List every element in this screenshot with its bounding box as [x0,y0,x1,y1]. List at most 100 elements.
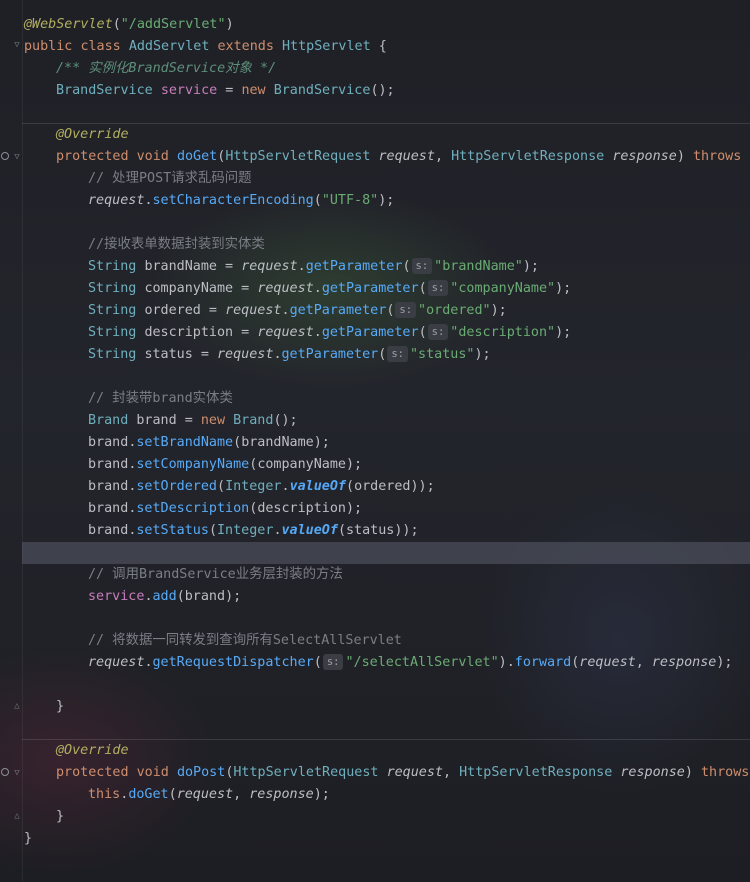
method-separator [22,739,750,740]
param-name: request [257,325,314,340]
method-call: setCharacterEncoding [152,193,314,208]
local-var: status [144,347,193,362]
fold-marker-icon[interactable]: ▽ [13,153,21,162]
string-literal: "UTF-8" [321,193,379,208]
code-line[interactable]: } [24,696,64,718]
code-line[interactable]: @WebServlet("/addServlet") [24,14,234,36]
method-call: setStatus [136,523,209,538]
code-line[interactable]: brand.setStatus(Integer.valueOf(status))… [24,520,419,542]
code-line[interactable]: Brand brand = new Brand(); [24,410,298,432]
code-line[interactable]: brand.setDescription(description); [24,498,362,520]
code-line[interactable]: brand.setOrdered(Integer.valueOf(ordered… [24,476,435,498]
param-hint: s: [427,324,449,340]
string-literal: "brandName" [434,259,523,274]
code-line[interactable]: String brandName = request.getParameter(… [24,256,539,278]
class-name: HttpServletResponse [451,149,605,164]
method-call: forward [514,655,572,670]
code-line[interactable]: @Override [24,124,129,146]
code-line[interactable]: } [24,806,64,828]
code-line[interactable]: BrandService service = new BrandService(… [24,80,395,102]
fold-end-icon[interactable]: △ [13,702,21,711]
local-var: brand [136,413,177,428]
code-line[interactable]: protected void doPost(HttpServletRequest… [24,762,749,784]
code-editor[interactable]: ▽ ▽ △ ▽ △ @WebServlet("/addServlet") pub… [0,0,750,882]
code-line[interactable]: request.setCharacterEncoding("UTF-8"); [24,190,394,212]
code-line[interactable]: String companyName = request.getParamete… [24,278,571,300]
code-line[interactable]: protected void doGet(HttpServletRequest … [24,146,750,168]
code-line[interactable]: String description = request.getParamete… [24,322,571,344]
class-name: String [88,303,137,318]
local-var: brand [88,457,129,472]
method-call: getParameter [305,259,403,274]
param-name: request [386,765,443,780]
class-name: String [88,281,137,296]
class-name: Integer [225,479,282,494]
method-separator [22,123,750,124]
code-line[interactable]: String ordered = request.getParameter(s:… [24,300,507,322]
code-line[interactable]: request.getRequestDispatcher(s: "/selectA… [24,652,732,674]
method-call: getParameter [321,281,419,296]
param-hint: s: [395,302,417,318]
comment: // 调用BrandService业务层封装的方法 [88,567,343,582]
method-call: add [152,589,177,604]
local-var: brand [88,523,129,538]
local-var: brand [184,589,226,604]
method-name: doPost [176,765,226,780]
method-call: setCompanyName [136,457,250,472]
keyword: public [24,39,73,54]
keyword: new [200,413,226,428]
doc-comment: /** 实例化BrandService对象 */ [56,61,277,76]
fold-marker-icon[interactable]: ▽ [13,769,21,778]
local-var: companyName [144,281,234,296]
local-var: brand [88,501,129,516]
code-line[interactable]: //接收表单数据封装到实体类 [24,234,265,256]
code-line[interactable]: // 处理POST请求乱码问题 [24,168,252,190]
class-name: Integer [217,523,274,538]
code-line[interactable]: brand.setBrandName(brandName); [24,432,330,454]
fold-marker-icon[interactable]: ▽ [13,41,21,50]
code-line[interactable]: // 调用BrandService业务层封装的方法 [24,564,343,586]
method-call: setBrandName [136,435,234,450]
keyword: extends [217,39,274,54]
code-line[interactable]: this.doGet(request, response); [24,784,330,806]
method-call: setDescription [136,501,250,516]
param-name: request [176,787,234,802]
class-name: HttpServletRequest [233,765,379,780]
code-line[interactable]: public class AddServlet extends HttpServ… [24,36,387,58]
field-name: service [88,589,145,604]
local-var: brandName [144,259,217,274]
param-hint: s: [322,654,344,670]
comment: //接收表单数据封装到实体类 [88,237,265,252]
code-line[interactable]: @Override [24,740,129,762]
param-name: request [579,655,636,670]
code-line[interactable]: String status = request.getParameter(s: "… [24,344,491,366]
keyword: throws [692,149,742,164]
code-line[interactable]: service.add(brand); [24,586,241,608]
local-var: brand [88,435,129,450]
param-name: response [620,765,685,780]
local-var: description [144,325,234,340]
string-literal: "description" [450,325,556,340]
editor-gutter[interactable]: ▽ ▽ △ ▽ △ [0,0,23,882]
class-name: String [88,325,137,340]
string-literal: "/selectAllServlet" [345,655,499,670]
code-line[interactable]: /** 实例化BrandService对象 */ [24,58,276,80]
string-literal: "status" [409,347,475,362]
param-name: request [217,347,274,362]
fold-end-icon[interactable]: △ [13,812,21,821]
param-name: request [257,281,314,296]
code-line[interactable]: // 封装带brand实体类 [24,388,233,410]
local-var: brandName [241,435,314,450]
method-name: doGet [176,149,218,164]
class-name: HttpServlet [282,39,371,54]
current-line-highlight [22,542,750,564]
method-call: getParameter [281,347,379,362]
override-marker-icon[interactable] [1,768,9,776]
code-line[interactable]: } [24,828,32,850]
override-marker-icon[interactable] [1,152,9,160]
code-line[interactable]: // 将数据一同转发到查询所有SelectAllServlet [24,630,402,652]
class-name: BrandService [273,83,371,98]
local-var: brand [88,479,129,494]
keyword: protected [56,149,129,164]
code-line[interactable]: brand.setCompanyName(companyName); [24,454,362,476]
